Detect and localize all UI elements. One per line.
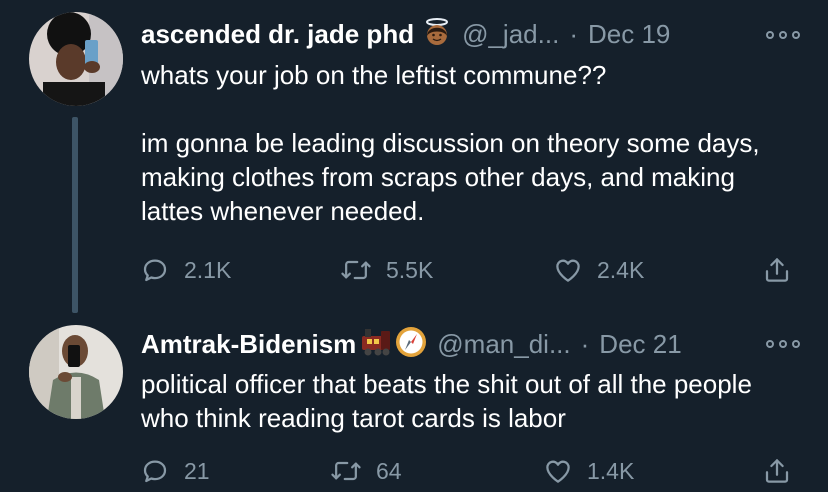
- tweet-paragraph: im gonna be leading discussion on theory…: [141, 128, 760, 226]
- avatar[interactable]: [29, 325, 123, 419]
- tweet-header: Amtrak-Bidenism @man_di... · Dec 21: [141, 324, 682, 364]
- retweet-count: 64: [376, 457, 402, 484]
- reply-button[interactable]: 2.1K: [140, 250, 231, 290]
- heart-icon: [556, 259, 580, 282]
- reply-button[interactable]: 21: [140, 451, 210, 491]
- reply-icon: [143, 259, 167, 282]
- tweet-header: ascended dr. jade phd @_jad... · Dec 19: [141, 14, 670, 54]
- tweet-date[interactable]: Dec 21: [599, 329, 681, 360]
- compass-emoji-icon: [395, 326, 427, 363]
- handle[interactable]: @_jad...: [462, 19, 559, 50]
- reply-count: 21: [184, 457, 210, 484]
- tweet-text: political officer that beats the shit ou…: [141, 367, 761, 435]
- retweet-count: 5.5K: [386, 256, 434, 283]
- reply-icon: [143, 460, 167, 483]
- like-count: 2.4K: [597, 256, 645, 283]
- separator-dot: ·: [580, 328, 590, 359]
- share-icon: [765, 459, 789, 483]
- tweet[interactable]: ascended dr. jade phd @_jad... · Dec 19 …: [0, 0, 828, 313]
- more-options-icon[interactable]: [766, 28, 800, 42]
- more-options-icon[interactable]: [766, 337, 800, 351]
- handle[interactable]: @man_di...: [437, 329, 570, 360]
- retweet-button[interactable]: 64: [330, 451, 402, 491]
- tweet-paragraph: whats your job on the leftist commune??: [141, 60, 607, 90]
- share-button[interactable]: [762, 451, 792, 491]
- like-button[interactable]: 2.4K: [553, 250, 644, 290]
- share-icon: [765, 258, 789, 282]
- retweet-icon: [341, 260, 371, 280]
- retweet-icon: [331, 461, 361, 481]
- tweet-actions: 21 64 1.4K: [0, 451, 828, 491]
- share-button[interactable]: [762, 250, 792, 290]
- heart-icon: [546, 460, 570, 483]
- tweet-paragraph: political officer that beats the shit ou…: [141, 369, 752, 433]
- tweet-text: whats your job on the leftist commune?? …: [141, 58, 791, 228]
- tweet[interactable]: Amtrak-Bidenism @man_di... · Dec 21 poli…: [0, 310, 828, 492]
- reply-count: 2.1K: [184, 256, 232, 283]
- display-name[interactable]: Amtrak-Bidenism: [141, 329, 356, 360]
- tweet-actions: 2.1K 5.5K 2.4K: [0, 250, 828, 290]
- retweet-button[interactable]: 5.5K: [340, 250, 433, 290]
- like-button[interactable]: 1.4K: [543, 451, 634, 491]
- train-emoji-icon: [359, 327, 393, 362]
- like-count: 1.4K: [587, 457, 635, 484]
- avatar[interactable]: [29, 12, 123, 106]
- angel-face-emoji-icon: [422, 17, 452, 52]
- tweet-date[interactable]: Dec 19: [588, 19, 670, 50]
- display-name[interactable]: ascended dr. jade phd: [141, 19, 414, 50]
- separator-dot: ·: [569, 18, 578, 49]
